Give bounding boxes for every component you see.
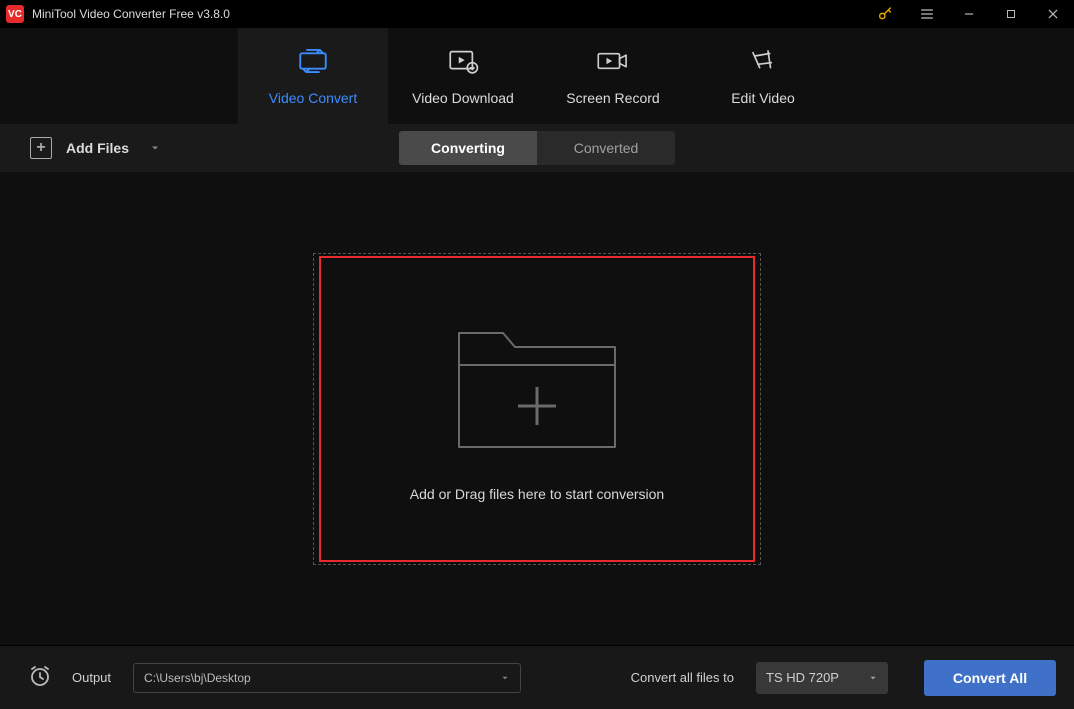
drop-zone[interactable]: Add or Drag files here to start conversi… [319, 256, 755, 562]
edit-icon [748, 47, 778, 75]
download-icon [446, 47, 480, 75]
tab-edit-video[interactable]: Edit Video [688, 28, 838, 124]
menu-button[interactable] [906, 0, 948, 28]
schedule-button[interactable] [28, 664, 52, 691]
tab-label: Edit Video [731, 90, 795, 106]
close-button[interactable] [1032, 0, 1074, 28]
tab-video-download[interactable]: Video Download [388, 28, 538, 124]
minimize-icon [962, 7, 976, 21]
drop-hint: Add or Drag files here to start conversi… [410, 486, 664, 502]
app-window: VC MiniTool Video Converter Free v3.8.0 [0, 0, 1074, 709]
tab-label: Screen Record [566, 90, 659, 106]
output-preset-select[interactable]: TS HD 720P [756, 662, 888, 694]
toggle-converted[interactable]: Converted [537, 131, 675, 165]
status-toggle: Converting Converted [399, 131, 675, 165]
tab-screen-record[interactable]: Screen Record [538, 28, 688, 124]
output-path-select[interactable]: C:\Users\bj\Desktop [133, 663, 521, 693]
convert-all-button[interactable]: Convert All [924, 660, 1056, 696]
app-logo: VC [6, 5, 24, 23]
app-title: MiniTool Video Converter Free v3.8.0 [32, 7, 230, 21]
toolbar: + Add Files Converting Converted [0, 124, 1074, 172]
tab-label: Video Download [412, 90, 514, 106]
maximize-button[interactable] [990, 0, 1032, 28]
output-path-value: C:\Users\bj\Desktop [144, 671, 251, 685]
upgrade-key-button[interactable] [864, 0, 906, 28]
chevron-down-icon [500, 673, 510, 683]
footer-bar: Output C:\Users\bj\Desktop Convert all f… [0, 645, 1074, 709]
convert-icon [296, 47, 330, 75]
hamburger-icon [919, 6, 935, 22]
maximize-icon [1005, 8, 1017, 20]
minimize-button[interactable] [948, 0, 990, 28]
add-files-label: Add Files [66, 140, 129, 156]
preset-value: TS HD 720P [766, 670, 839, 685]
folder-add-icon [447, 315, 627, 458]
record-icon [595, 47, 631, 75]
output-label: Output [72, 670, 111, 685]
drop-zone-border: Add or Drag files here to start conversi… [313, 253, 761, 565]
tab-video-convert[interactable]: Video Convert [238, 28, 388, 124]
main-tabs: Video Convert Video Download [0, 28, 1074, 124]
work-area: Add or Drag files here to start conversi… [0, 172, 1074, 645]
convert-all-to-label: Convert all files to [631, 670, 734, 685]
toggle-converting[interactable]: Converting [399, 131, 537, 165]
clock-icon [28, 664, 52, 688]
title-bar: VC MiniTool Video Converter Free v3.8.0 [0, 0, 1074, 28]
close-icon [1046, 7, 1060, 21]
key-icon [877, 6, 893, 22]
chevron-down-icon[interactable] [149, 142, 161, 154]
add-files-button[interactable]: + Add Files [30, 137, 161, 159]
tab-label: Video Convert [269, 90, 357, 106]
add-icon: + [30, 137, 52, 159]
chevron-down-icon [868, 673, 878, 683]
